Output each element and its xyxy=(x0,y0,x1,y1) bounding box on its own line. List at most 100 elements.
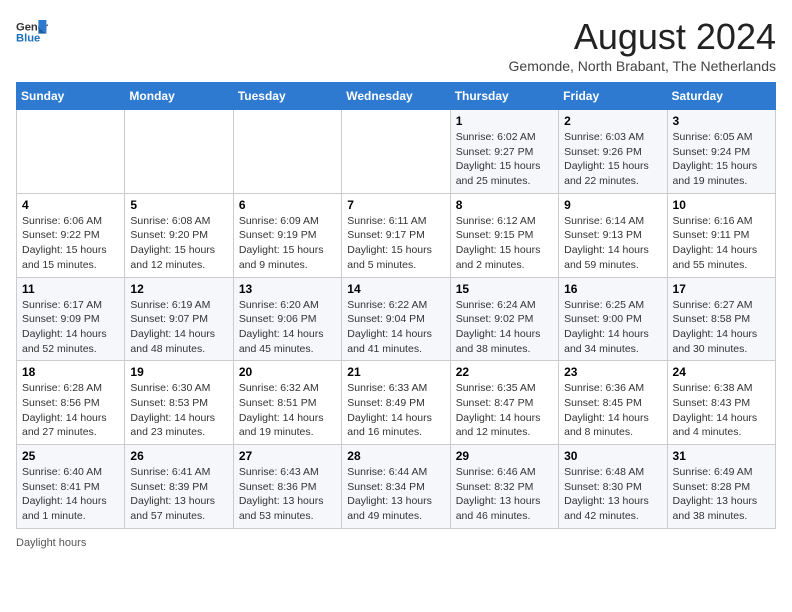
day-info: Sunrise: 6:19 AMSunset: 9:07 PMDaylight:… xyxy=(130,298,227,357)
day-info: Sunrise: 6:24 AMSunset: 9:02 PMDaylight:… xyxy=(456,298,553,357)
calendar-week-row: 25 Sunrise: 6:40 AMSunset: 8:41 PMDayligh… xyxy=(17,445,776,529)
calendar-cell: 7Sunrise: 6:11 AMSunset: 9:17 PMDaylight… xyxy=(342,193,450,277)
calendar-cell: 28 Sunrise: 6:44 AMSunset: 8:34 PMDayligh… xyxy=(342,445,450,529)
day-info: Sunrise: 6:02 AMSunset: 9:27 PMDaylight:… xyxy=(456,130,553,189)
calendar-cell: 17 Sunrise: 6:27 AMSunset: 8:58 PMDayligh… xyxy=(667,277,775,361)
calendar-cell: 24 Sunrise: 6:38 AMSunset: 8:43 PMDayligh… xyxy=(667,361,775,445)
location-subtitle: Gemonde, North Brabant, The Netherlands xyxy=(509,58,776,74)
day-number: 1 xyxy=(456,114,553,128)
calendar-cell: 21 Sunrise: 6:33 AMSunset: 8:49 PMDayligh… xyxy=(342,361,450,445)
weekday-header-saturday: Saturday xyxy=(667,83,775,110)
weekday-header-monday: Monday xyxy=(125,83,233,110)
day-info: Sunrise: 6:33 AMSunset: 8:49 PMDaylight:… xyxy=(347,381,444,440)
page-header: General Blue August 2024 Gemonde, North … xyxy=(16,16,776,74)
day-info: Sunrise: 6:06 AMSunset: 9:22 PMDaylight:… xyxy=(22,214,119,273)
day-number: 26 xyxy=(130,449,227,463)
day-info: Sunrise: 6:43 AMSunset: 8:36 PMDaylight:… xyxy=(239,465,336,524)
day-info: Sunrise: 6:32 AMSunset: 8:51 PMDaylight:… xyxy=(239,381,336,440)
calendar-cell: 3 Sunrise: 6:05 AMSunset: 9:24 PMDaylight… xyxy=(667,110,775,194)
day-info: Sunrise: 6:40 AMSunset: 8:41 PMDaylight:… xyxy=(22,465,119,524)
calendar-cell: 5Sunrise: 6:08 AMSunset: 9:20 PMDaylight… xyxy=(125,193,233,277)
day-info: Sunrise: 6:17 AMSunset: 9:09 PMDaylight:… xyxy=(22,298,119,357)
calendar-cell: 26Sunrise: 6:41 AMSunset: 8:39 PMDayligh… xyxy=(125,445,233,529)
day-info: Sunrise: 6:46 AMSunset: 8:32 PMDaylight:… xyxy=(456,465,553,524)
day-number: 24 xyxy=(673,365,770,379)
calendar-cell: 14 Sunrise: 6:22 AMSunset: 9:04 PMDayligh… xyxy=(342,277,450,361)
day-info: Sunrise: 6:14 AMSunset: 9:13 PMDaylight:… xyxy=(564,214,661,273)
day-info: Sunrise: 6:09 AMSunset: 9:19 PMDaylight:… xyxy=(239,214,336,273)
day-number: 30 xyxy=(564,449,661,463)
calendar-cell: 27Sunrise: 6:43 AMSunset: 8:36 PMDayligh… xyxy=(233,445,341,529)
calendar-cell: 2 Sunrise: 6:03 AMSunset: 9:26 PMDaylight… xyxy=(559,110,667,194)
day-info: Sunrise: 6:05 AMSunset: 9:24 PMDaylight:… xyxy=(673,130,770,189)
calendar-cell: 30 Sunrise: 6:48 AMSunset: 8:30 PMDayligh… xyxy=(559,445,667,529)
calendar-cell: 31Sunrise: 6:49 AMSunset: 8:28 PMDayligh… xyxy=(667,445,775,529)
day-number: 21 xyxy=(347,365,444,379)
calendar-cell: 29 Sunrise: 6:46 AMSunset: 8:32 PMDayligh… xyxy=(450,445,558,529)
day-number: 3 xyxy=(673,114,770,128)
calendar-cell xyxy=(17,110,125,194)
day-info: Sunrise: 6:03 AMSunset: 9:26 PMDaylight:… xyxy=(564,130,661,189)
logo: General Blue xyxy=(16,16,48,48)
day-info: Sunrise: 6:25 AMSunset: 9:00 PMDaylight:… xyxy=(564,298,661,357)
day-number: 8 xyxy=(456,198,553,212)
logo-icon: General Blue xyxy=(16,16,48,48)
calendar-cell: 15 Sunrise: 6:24 AMSunset: 9:02 PMDayligh… xyxy=(450,277,558,361)
day-info: Sunrise: 6:35 AMSunset: 8:47 PMDaylight:… xyxy=(456,381,553,440)
calendar-cell: 20 Sunrise: 6:32 AMSunset: 8:51 PMDayligh… xyxy=(233,361,341,445)
day-info: Sunrise: 6:30 AMSunset: 8:53 PMDaylight:… xyxy=(130,381,227,440)
day-number: 14 xyxy=(347,282,444,296)
weekday-header-tuesday: Tuesday xyxy=(233,83,341,110)
day-number: 9 xyxy=(564,198,661,212)
day-info: Sunrise: 6:20 AMSunset: 9:06 PMDaylight:… xyxy=(239,298,336,357)
calendar-cell: 18 Sunrise: 6:28 AMSunset: 8:56 PMDayligh… xyxy=(17,361,125,445)
footer: Daylight hours xyxy=(16,537,776,549)
calendar-week-row: 11 Sunrise: 6:17 AMSunset: 9:09 PMDayligh… xyxy=(17,277,776,361)
day-number: 23 xyxy=(564,365,661,379)
day-info: Sunrise: 6:28 AMSunset: 8:56 PMDaylight:… xyxy=(22,381,119,440)
day-info: Sunrise: 6:38 AMSunset: 8:43 PMDaylight:… xyxy=(673,381,770,440)
day-number: 12 xyxy=(130,282,227,296)
day-number: 16 xyxy=(564,282,661,296)
day-number: 19 xyxy=(130,365,227,379)
calendar-cell xyxy=(125,110,233,194)
calendar-cell: 6 Sunrise: 6:09 AMSunset: 9:19 PMDaylight… xyxy=(233,193,341,277)
weekday-header-wednesday: Wednesday xyxy=(342,83,450,110)
day-number: 20 xyxy=(239,365,336,379)
calendar-week-row: 18 Sunrise: 6:28 AMSunset: 8:56 PMDayligh… xyxy=(17,361,776,445)
weekday-header-friday: Friday xyxy=(559,83,667,110)
day-info: Sunrise: 6:22 AMSunset: 9:04 PMDaylight:… xyxy=(347,298,444,357)
day-number: 2 xyxy=(564,114,661,128)
day-number: 25 xyxy=(22,449,119,463)
calendar-cell: 23Sunrise: 6:36 AMSunset: 8:45 PMDayligh… xyxy=(559,361,667,445)
day-number: 15 xyxy=(456,282,553,296)
day-number: 13 xyxy=(239,282,336,296)
day-info: Sunrise: 6:12 AMSunset: 9:15 PMDaylight:… xyxy=(456,214,553,273)
day-info: Sunrise: 6:48 AMSunset: 8:30 PMDaylight:… xyxy=(564,465,661,524)
day-number: 17 xyxy=(673,282,770,296)
day-info: Sunrise: 6:08 AMSunset: 9:20 PMDaylight:… xyxy=(130,214,227,273)
calendar-week-row: 4 Sunrise: 6:06 AMSunset: 9:22 PMDaylight… xyxy=(17,193,776,277)
calendar-cell: 10Sunrise: 6:16 AMSunset: 9:11 PMDayligh… xyxy=(667,193,775,277)
day-number: 6 xyxy=(239,198,336,212)
day-number: 29 xyxy=(456,449,553,463)
day-info: Sunrise: 6:27 AMSunset: 8:58 PMDaylight:… xyxy=(673,298,770,357)
calendar-cell: 9 Sunrise: 6:14 AMSunset: 9:13 PMDaylight… xyxy=(559,193,667,277)
svg-text:Blue: Blue xyxy=(16,33,40,45)
title-area: August 2024 Gemonde, North Brabant, The … xyxy=(509,16,776,74)
calendar-table: SundayMondayTuesdayWednesdayThursdayFrid… xyxy=(16,82,776,529)
day-number: 11 xyxy=(22,282,119,296)
calendar-cell: 22Sunrise: 6:35 AMSunset: 8:47 PMDayligh… xyxy=(450,361,558,445)
month-year-title: August 2024 xyxy=(509,16,776,58)
day-number: 18 xyxy=(22,365,119,379)
day-info: Sunrise: 6:11 AMSunset: 9:17 PMDaylight:… xyxy=(347,214,444,273)
calendar-cell: 16 Sunrise: 6:25 AMSunset: 9:00 PMDayligh… xyxy=(559,277,667,361)
weekday-header-sunday: Sunday xyxy=(17,83,125,110)
day-number: 28 xyxy=(347,449,444,463)
day-info: Sunrise: 6:49 AMSunset: 8:28 PMDaylight:… xyxy=(673,465,770,524)
calendar-cell: 12 Sunrise: 6:19 AMSunset: 9:07 PMDayligh… xyxy=(125,277,233,361)
day-info: Sunrise: 6:16 AMSunset: 9:11 PMDaylight:… xyxy=(673,214,770,273)
day-info: Sunrise: 6:44 AMSunset: 8:34 PMDaylight:… xyxy=(347,465,444,524)
day-number: 4 xyxy=(22,198,119,212)
calendar-cell: 19 Sunrise: 6:30 AMSunset: 8:53 PMDayligh… xyxy=(125,361,233,445)
